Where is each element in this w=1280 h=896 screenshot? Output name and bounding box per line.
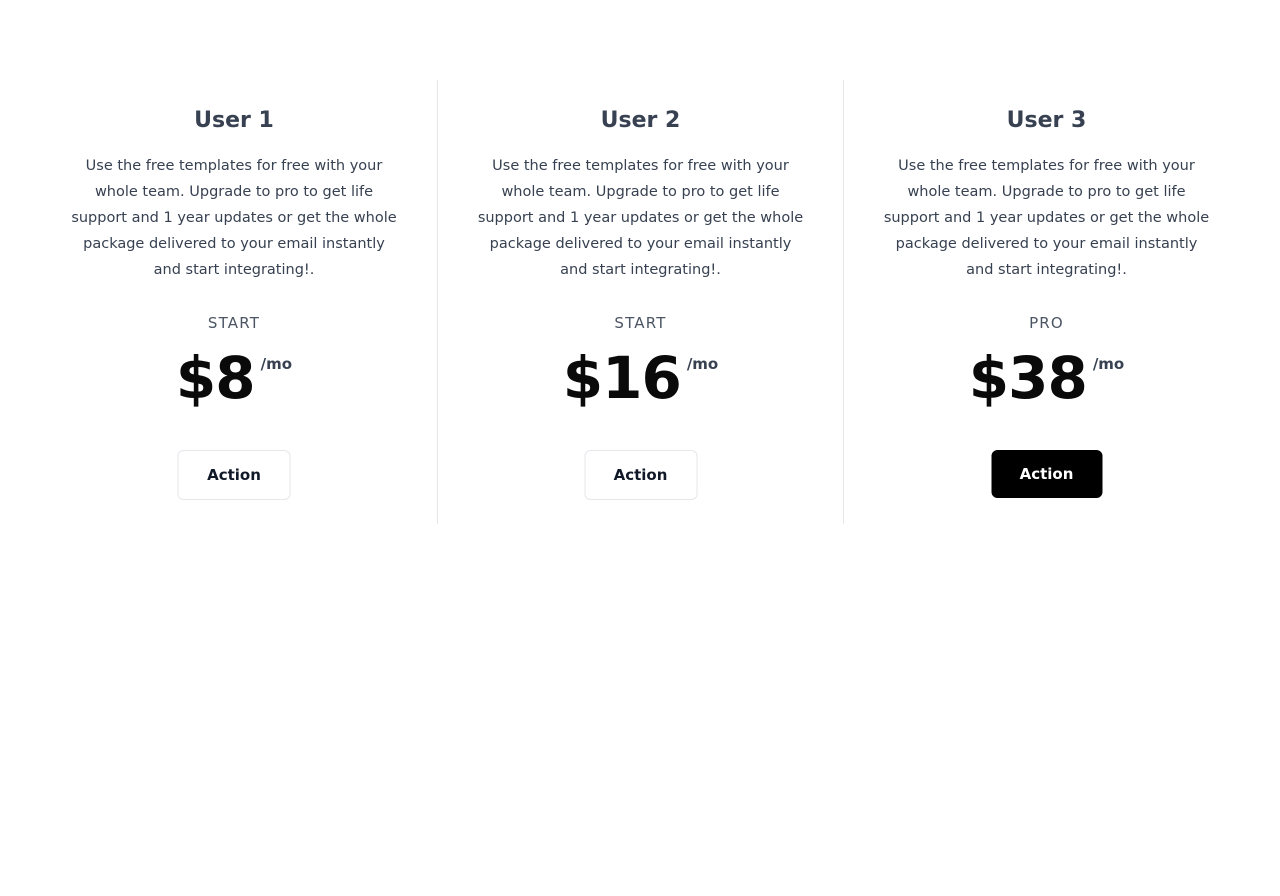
plan-title: User 3 — [1006, 108, 1087, 133]
price-amount: $16 — [562, 344, 682, 412]
plan-description: Use the free templates for free with you… — [883, 158, 1210, 278]
plan-card-user-1: User 1 Use the free templates for free w… — [31, 80, 437, 524]
plan-card-user-3: User 3 Use the free templates for free w… — [843, 80, 1249, 524]
action-button-user-3[interactable]: Action — [991, 450, 1102, 498]
plan-title: User 1 — [194, 108, 274, 133]
plan-price: $38 /mo — [881, 348, 1212, 408]
plan-price: $8 /mo — [68, 348, 400, 408]
plan-description: Use the free templates for free with you… — [477, 158, 804, 278]
price-period: /mo — [1092, 355, 1125, 373]
plan-card-user-2: User 2 Use the free templates for free w… — [437, 80, 843, 524]
plan-price: $16 /mo — [475, 348, 806, 408]
plan-tier: START — [614, 314, 667, 332]
plan-description: Use the free templates for free with you… — [71, 158, 397, 278]
price-amount: $8 — [175, 344, 256, 412]
action-button-user-1[interactable]: Action — [177, 450, 291, 500]
price-amount: $38 — [968, 344, 1088, 412]
plan-tier: PRO — [1029, 314, 1064, 332]
pricing-grid: User 1 Use the free templates for free w… — [31, 80, 1249, 524]
plan-title: User 2 — [600, 108, 681, 133]
price-period: /mo — [260, 355, 293, 373]
action-button-user-2[interactable]: Action — [584, 450, 697, 500]
price-period: /mo — [686, 355, 719, 373]
plan-tier: START — [207, 314, 261, 332]
